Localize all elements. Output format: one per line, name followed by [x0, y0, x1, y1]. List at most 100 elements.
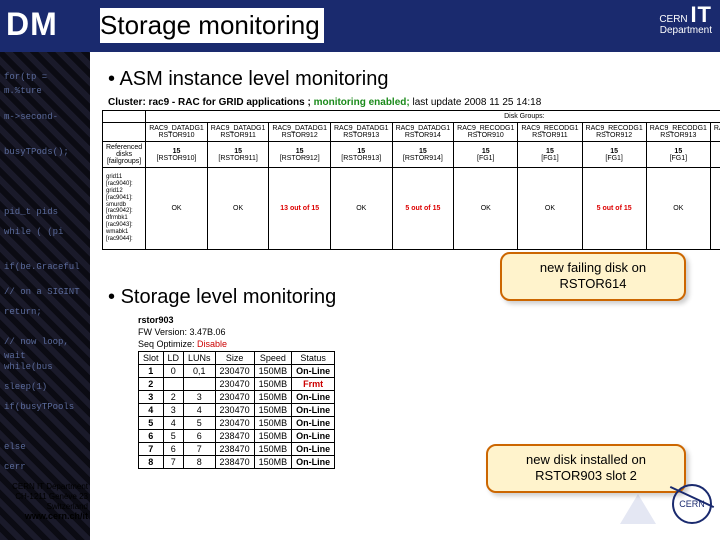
- rstor-cell: 7: [139, 442, 164, 455]
- rstor-cell: 7: [163, 455, 184, 468]
- rstor-cell: 3: [184, 390, 216, 403]
- slide: for(tp = m.%ture m->second- busyTPods();…: [0, 0, 720, 540]
- asm-status-cell: OK: [146, 168, 208, 250]
- rstor-cell: 150MB: [254, 416, 292, 429]
- asm-col-header: RAC9_DATADG1RSTOR910: [146, 123, 208, 142]
- slide-title: Storage monitoring: [100, 8, 324, 43]
- asm-status-cell: 5 out of 15: [582, 168, 646, 250]
- asm-col-header: RAC9_RECODG1RSTOR913: [646, 123, 710, 142]
- rstor-cell: 0: [163, 364, 184, 377]
- asm-status-cell: 5 out of 15: [392, 168, 454, 250]
- rstor-cell: 5: [163, 429, 184, 442]
- rstor-cell: 8: [184, 455, 216, 468]
- rstor-cell: 150MB: [254, 429, 292, 442]
- rstor-row: 545230470150MBOn-Line: [139, 416, 335, 429]
- rstor-col-header: Size: [215, 351, 254, 364]
- rstor-cell: On-Line: [292, 364, 335, 377]
- asm-col-header: RAC9_DATADG1RSTOR914: [392, 123, 454, 142]
- rstor-row: 323230470150MBOn-Line: [139, 390, 335, 403]
- rstor-row: 100,1230470150MBOn-Line: [139, 364, 335, 377]
- asm-col-header: RAC9_DATADG1RSTOR913: [330, 123, 392, 142]
- rstor-cell: [163, 377, 184, 390]
- asm-status-cell: OK: [710, 168, 720, 250]
- asm-table: Disk Groups: RAC9_DATADG1RSTOR910RAC9_DA…: [102, 110, 720, 250]
- rstor-cell: On-Line: [292, 416, 335, 429]
- asm-ref-cell: 15[FG1]: [582, 142, 646, 168]
- row-ref-label: Referenced disks [failgroups]: [103, 142, 146, 168]
- inst-list: grid11 [rac9040]: grid12 [rac9041]: smur…: [103, 168, 146, 250]
- rstor-name-text: rstor903: [138, 315, 174, 325]
- rstor-cell: [184, 377, 216, 390]
- rstor-seq: Seq Optimize: Disable: [138, 339, 710, 349]
- rstor-col-header: Speed: [254, 351, 292, 364]
- rstor-cell: On-Line: [292, 429, 335, 442]
- rstor-row: 434230470150MBOn-Line: [139, 403, 335, 416]
- asm-col-header: RAC9_RECODG1RSTOR914: [710, 123, 720, 142]
- callout2-line1: new disk installed on: [526, 452, 646, 467]
- asm-ref-cell: 15[FG1]: [518, 142, 582, 168]
- callout2-line2: RSTOR903 slot 2: [535, 468, 637, 483]
- asm-ref-cell: 15[RSTOR910]: [146, 142, 208, 168]
- footer-l2: CH-1211 Genève 23: [15, 492, 88, 501]
- callout-new-disk: new disk installed on RSTOR903 slot 2: [486, 444, 686, 493]
- rstor-cell: On-Line: [292, 403, 335, 416]
- rstor-name: rstor903: [138, 315, 710, 325]
- left-code-strip: for(tp = m.%ture m->second- busyTPods();…: [0, 0, 90, 540]
- rstor-cell: 3: [139, 390, 164, 403]
- triangle-decor: [620, 494, 656, 524]
- fw-val: 3.47B.06: [190, 327, 226, 337]
- dm-logo: DM: [6, 6, 58, 43]
- rstor-cell: 230470: [215, 403, 254, 416]
- asm-status-cell: 13 out of 15: [269, 168, 331, 250]
- rstor-cell: 4: [184, 403, 216, 416]
- rstor-cell: 230470: [215, 416, 254, 429]
- rstor-cell: 230470: [215, 377, 254, 390]
- asm-ref-cell: 15[RSTOR913]: [330, 142, 392, 168]
- rstor-cell: 4: [139, 403, 164, 416]
- cell: [103, 123, 146, 142]
- org-sub: Department: [660, 25, 712, 36]
- rstor-cell: 238470: [215, 455, 254, 468]
- rstor-row: 878238470150MBOn-Line: [139, 455, 335, 468]
- rstor-cell: 0,1: [184, 364, 216, 377]
- cern-it-logo: CERN IT Department: [659, 4, 712, 36]
- rstor-row: 767238470150MBOn-Line: [139, 442, 335, 455]
- footer-l1: CERN IT Department: [12, 482, 88, 491]
- asm-status-cell: OK: [518, 168, 582, 250]
- slide-body: ASM instance level monitoring Cluster: r…: [90, 60, 710, 530]
- asm-status-cell: OK: [646, 168, 710, 250]
- rstor-cell: 6: [139, 429, 164, 442]
- footer-address: CERN IT Department CH-1211 Genève 23 Swi…: [2, 482, 88, 522]
- rstor-cell: 2: [139, 377, 164, 390]
- rstor-cell: 3: [163, 403, 184, 416]
- fw-label: FW Version:: [138, 327, 187, 337]
- bullet-asm: ASM instance level monitoring: [108, 68, 710, 91]
- asm-col-header: RAC9_DATADG1RSTOR911: [207, 123, 269, 142]
- rstor-cell: 238470: [215, 429, 254, 442]
- org-big: IT: [690, 2, 712, 27]
- rstor-cell: 150MB: [254, 442, 292, 455]
- org-small: CERN: [659, 14, 687, 25]
- rstor-row: 2 230470150MBFrmt: [139, 377, 335, 390]
- rstor-cell: 1: [139, 364, 164, 377]
- seq-label: Seq Optimize:: [138, 339, 195, 349]
- rstor-cell: 150MB: [254, 377, 292, 390]
- rstor-cell: On-Line: [292, 442, 335, 455]
- callout1-line1: new failing disk on: [540, 260, 646, 275]
- rstor-cell: 4: [163, 416, 184, 429]
- rstor-col-header: Status: [292, 351, 335, 364]
- rstor-cell: 150MB: [254, 390, 292, 403]
- rstor-cell: Frmt: [292, 377, 335, 390]
- asm-ref-cell: 15[FG1]: [710, 142, 720, 168]
- rstor-cell: 230470: [215, 364, 254, 377]
- asm-col-header: RAC9_DATADG1RSTOR912: [269, 123, 331, 142]
- rstor-cell: 150MB: [254, 364, 292, 377]
- cluster-suffix: last update 2008 11 25 14:18: [412, 97, 541, 108]
- rstor-cell: 230470: [215, 390, 254, 403]
- rstor-cell: 8: [139, 455, 164, 468]
- rstor-cell: 238470: [215, 442, 254, 455]
- footer-l3: Switzerland: [47, 502, 88, 511]
- rstor-cell: On-Line: [292, 455, 335, 468]
- rstor-col-header: LUNs: [184, 351, 216, 364]
- cern-logo-icon: CERN: [672, 484, 712, 524]
